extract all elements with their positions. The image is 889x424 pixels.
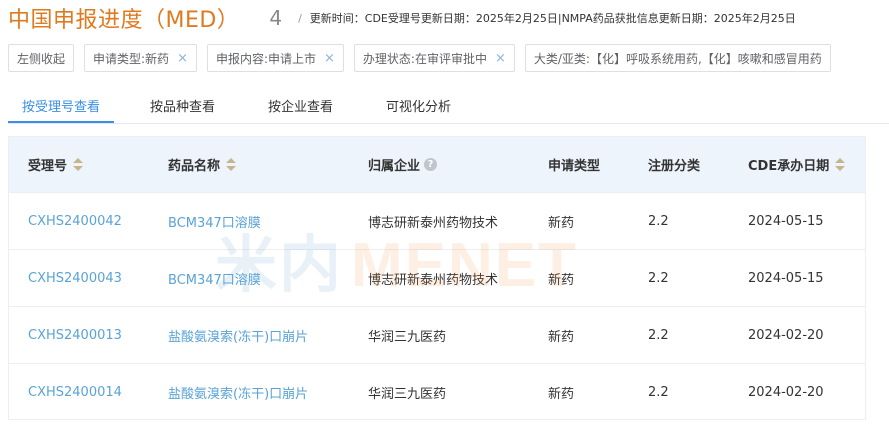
close-icon[interactable]: × <box>177 51 188 66</box>
filter-chip-submission-content[interactable]: 申报内容:申请上市 × <box>206 44 344 72</box>
registration-class: 2.2 <box>648 385 669 400</box>
close-icon[interactable]: × <box>495 51 506 66</box>
drug-name-link[interactable]: 盐酸氨溴索(冻干)口崩片 <box>168 364 308 421</box>
header-separator: / <box>298 11 302 25</box>
drug-name-link[interactable]: BCM347口溶膜 <box>168 193 261 249</box>
application-type: 新药 <box>548 329 575 345</box>
filter-chip-status[interactable]: 办理状态:在审评审批中 × <box>353 44 515 72</box>
tab-by-company[interactable]: 按企业查看 <box>268 96 333 123</box>
application-type: 新药 <box>548 215 575 231</box>
update-time: 更新时间：CDE受理号更新日期：2025年2月25日|NMPA药品获批信息更新日… <box>309 12 796 25</box>
tab-by-drug[interactable]: 按品种查看 <box>150 96 215 123</box>
table-row: CXHS2400042 BCM347口溶膜 博志研新泰州药物技术 新药 2.2 … <box>9 193 865 250</box>
acceptance-number-link[interactable]: CXHS2400013 <box>28 307 122 363</box>
cde-date: 2024-05-15 <box>748 270 824 286</box>
page-title: 中国申报进度（MED） <box>8 8 240 33</box>
close-icon[interactable]: × <box>324 51 335 66</box>
sort-icon[interactable] <box>226 157 237 172</box>
filter-label: 申报内容:申请上市 <box>215 51 317 66</box>
column-header-application-type: 申请类型 <box>548 159 601 174</box>
page-header: 中国申报进度（MED） 4 / 更新时间：CDE受理号更新日期：2025年2月2… <box>8 4 796 33</box>
registration-class: 2.2 <box>648 327 669 343</box>
table-row: CXHS2400014 盐酸氨溴索(冻干)口崩片 华润三九医药 新药 2.2 2… <box>9 364 865 421</box>
collapse-sidebar-button[interactable]: 左侧收起 <box>8 44 75 72</box>
help-icon[interactable]: ? <box>424 158 438 171</box>
acceptance-number-link[interactable]: CXHS2400043 <box>28 250 122 306</box>
acceptance-number-link[interactable]: CXHS2400014 <box>28 364 122 421</box>
drug-name-link[interactable]: BCM347口溶膜 <box>168 250 261 306</box>
column-header-registration-class: 注册分类 <box>648 159 701 174</box>
cde-date: 2024-05-15 <box>748 213 824 229</box>
results-table: 受理号 药品名称 归属企业? 申请类型 注册分类 CDE承办日期 CXHS240… <box>8 136 866 420</box>
filter-label: 大类/亚类:【化】呼吸系统用药,【化】咳嗽和感冒用药 <box>533 51 822 66</box>
registration-class: 2.2 <box>648 270 669 286</box>
company-name: 华润三九医药 <box>368 329 447 345</box>
column-header-company: 归属企业? <box>368 137 438 192</box>
tab-visual-analysis[interactable]: 可视化分析 <box>386 96 451 123</box>
column-header-cde-date[interactable]: CDE承办日期 <box>748 137 846 192</box>
acceptance-number-link[interactable]: CXHS2400042 <box>28 193 122 249</box>
company-name: 博志研新泰州药物技术 <box>368 215 499 231</box>
drug-name-link[interactable]: 盐酸氨溴索(冻干)口崩片 <box>168 307 308 363</box>
company-name: 博志研新泰州药物技术 <box>368 272 499 288</box>
filter-label: 办理状态:在审评审批中 <box>362 51 487 66</box>
registration-class: 2.2 <box>648 213 669 229</box>
filter-label: 左侧收起 <box>17 51 66 66</box>
application-type: 新药 <box>548 387 575 402</box>
table-row: CXHS2400043 BCM347口溶膜 博志研新泰州药物技术 新药 2.2 … <box>9 250 865 307</box>
column-header-drug-name[interactable]: 药品名称 <box>168 137 237 192</box>
result-count: 4 <box>269 6 283 30</box>
filter-chip-application-type[interactable]: 申请类型:新药 × <box>84 44 197 72</box>
table-header: 受理号 药品名称 归属企业? 申请类型 注册分类 CDE承办日期 <box>9 137 865 193</box>
filter-label: 申请类型:新药 <box>93 51 170 66</box>
table-row: CXHS2400013 盐酸氨溴索(冻干)口崩片 华润三九医药 新药 2.2 2… <box>9 307 865 364</box>
sort-icon[interactable] <box>835 157 846 172</box>
filter-bar: 左侧收起 申请类型:新药 × 申报内容:申请上市 × 办理状态:在审评审批中 ×… <box>8 44 831 72</box>
filter-chip-category[interactable]: 大类/亚类:【化】呼吸系统用药,【化】咳嗽和感冒用药 <box>524 44 831 72</box>
application-type: 新药 <box>548 272 575 288</box>
tab-by-acceptance-number[interactable]: 按受理号查看 <box>8 96 114 123</box>
cde-date: 2024-02-20 <box>748 385 824 400</box>
company-name: 华润三九医药 <box>368 387 447 402</box>
cde-date: 2024-02-20 <box>748 327 824 343</box>
view-tabs: 按受理号查看 按品种查看 按企业查看 可视化分析 <box>8 92 889 124</box>
column-header-acceptance-number[interactable]: 受理号 <box>28 137 84 192</box>
sort-icon[interactable] <box>73 157 84 172</box>
